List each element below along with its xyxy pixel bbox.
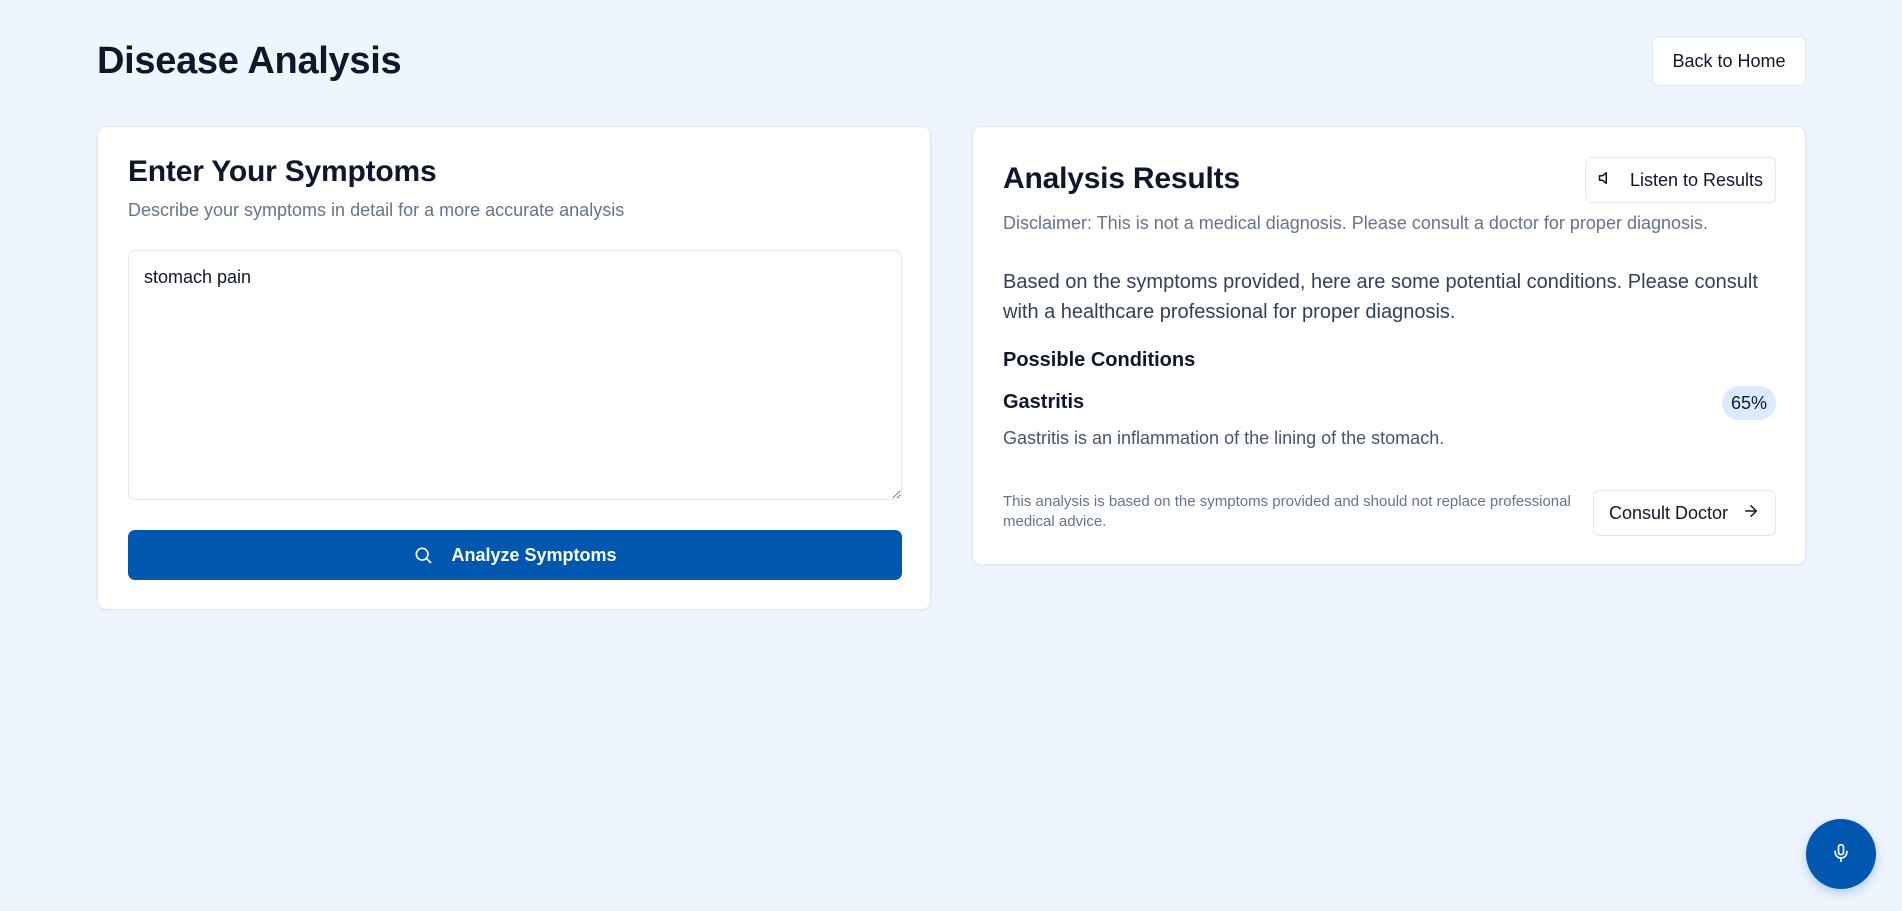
condition-name: Gastritis — [1003, 391, 1085, 413]
results-card: Analysis Results Listen to Results Discl… — [972, 126, 1806, 565]
symptoms-card: Enter Your Symptoms Describe your sympto… — [97, 126, 931, 610]
condition-description: Gastritis is an inflammation of the lini… — [1003, 428, 1445, 448]
listen-to-results-button[interactable]: Listen to Results — [1585, 157, 1776, 203]
symptoms-card-subtitle: Describe your symptoms in detail for a m… — [128, 200, 625, 220]
arrow-right-icon — [1742, 502, 1760, 525]
analysis-summary: Based on the symptoms provided, here are… — [1003, 271, 1758, 323]
voice-input-button[interactable] — [1806, 819, 1876, 889]
back-to-home-button[interactable]: Back to Home — [1652, 36, 1806, 86]
analysis-footer-note: This analysis is based on the symptoms p… — [1003, 493, 1571, 530]
symptoms-input[interactable]: stomach pain — [128, 250, 902, 500]
consult-doctor-button[interactable]: Consult Doctor — [1593, 490, 1776, 536]
speaker-icon — [1598, 169, 1616, 192]
results-card-title: Analysis Results — [1003, 162, 1240, 195]
microphone-icon — [1831, 843, 1851, 866]
disclaimer-text: Disclaimer: This is not a medical diagno… — [1003, 213, 1709, 233]
analyze-symptoms-button[interactable]: Analyze Symptoms — [128, 530, 902, 580]
listen-to-results-label: Listen to Results — [1629, 169, 1764, 190]
symptoms-card-title: Enter Your Symptoms — [128, 155, 437, 188]
probability-badge: 65% — [1722, 386, 1776, 420]
page-title: Disease Analysis — [97, 40, 402, 82]
possible-conditions-heading: Possible Conditions — [1003, 349, 1196, 371]
analyze-symptoms-label: Analyze Symptoms — [451, 544, 617, 565]
search-icon — [413, 545, 433, 565]
consult-doctor-label: Consult Doctor — [1608, 502, 1729, 523]
